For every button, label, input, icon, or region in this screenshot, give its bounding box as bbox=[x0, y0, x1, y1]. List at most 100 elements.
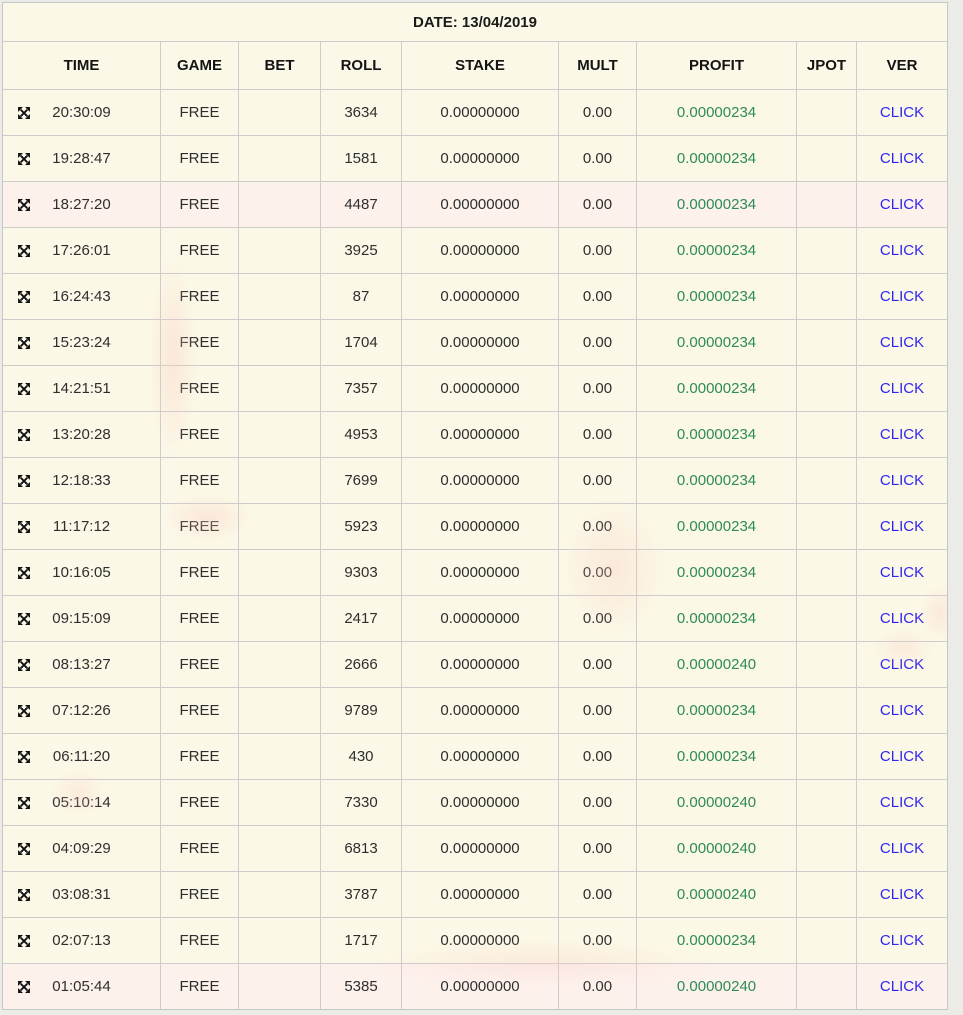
stake-cell: 0.00000000 bbox=[402, 504, 559, 549]
bet-cell bbox=[239, 412, 321, 457]
profit-cell: 0.00000234 bbox=[637, 504, 797, 549]
crossed-arrows-icon[interactable] bbox=[17, 244, 31, 258]
profit-cell: 0.00000240 bbox=[637, 826, 797, 871]
table-row: 10:16:05 FREE 9303 0.00000000 0.00 0.000… bbox=[3, 550, 947, 596]
roll-cell: 2666 bbox=[321, 642, 402, 687]
bet-cell bbox=[239, 90, 321, 135]
time-value: 09:15:09 bbox=[52, 610, 110, 627]
jpot-cell bbox=[797, 90, 857, 135]
roll-cell: 87 bbox=[321, 274, 402, 319]
crossed-arrows-icon[interactable] bbox=[17, 934, 31, 948]
verify-link[interactable]: CLICK bbox=[880, 564, 924, 581]
stake-cell: 0.00000000 bbox=[402, 90, 559, 135]
profit-cell: 0.00000240 bbox=[637, 780, 797, 825]
verify-link[interactable]: CLICK bbox=[880, 702, 924, 719]
verify-link[interactable]: CLICK bbox=[880, 656, 924, 673]
jpot-cell bbox=[797, 826, 857, 871]
time-cell: 18:27:20 bbox=[3, 182, 161, 227]
mult-cell: 0.00 bbox=[559, 964, 637, 1009]
crossed-arrows-icon[interactable] bbox=[17, 428, 31, 442]
crossed-arrows-icon[interactable] bbox=[17, 336, 31, 350]
ver-cell: CLICK bbox=[857, 504, 947, 549]
crossed-arrows-icon[interactable] bbox=[17, 152, 31, 166]
verify-link[interactable]: CLICK bbox=[880, 794, 924, 811]
crossed-arrows-icon[interactable] bbox=[17, 520, 31, 534]
bet-cell bbox=[239, 228, 321, 273]
verify-link[interactable]: CLICK bbox=[880, 242, 924, 259]
roll-cell: 5385 bbox=[321, 964, 402, 1009]
jpot-cell bbox=[797, 596, 857, 641]
bet-cell bbox=[239, 734, 321, 779]
verify-link[interactable]: CLICK bbox=[880, 610, 924, 627]
verify-link[interactable]: CLICK bbox=[880, 472, 924, 489]
crossed-arrows-icon[interactable] bbox=[17, 198, 31, 212]
ver-cell: CLICK bbox=[857, 780, 947, 825]
crossed-arrows-icon[interactable] bbox=[17, 980, 31, 994]
table-header-row: TIME GAME BET ROLL STAKE MULT PROFIT JPO… bbox=[3, 42, 947, 90]
table-row: 03:08:31 FREE 3787 0.00000000 0.00 0.000… bbox=[3, 872, 947, 918]
verify-link[interactable]: CLICK bbox=[880, 288, 924, 305]
time-cell: 09:15:09 bbox=[3, 596, 161, 641]
crossed-arrows-icon[interactable] bbox=[17, 888, 31, 902]
column-header-jpot: JPOT bbox=[797, 42, 857, 89]
roll-cell: 2417 bbox=[321, 596, 402, 641]
table-row: 09:15:09 FREE 2417 0.00000000 0.00 0.000… bbox=[3, 596, 947, 642]
verify-link[interactable]: CLICK bbox=[880, 150, 924, 167]
verify-link[interactable]: CLICK bbox=[880, 426, 924, 443]
stake-cell: 0.00000000 bbox=[402, 458, 559, 503]
verify-link[interactable]: CLICK bbox=[880, 334, 924, 351]
crossed-arrows-icon[interactable] bbox=[17, 106, 31, 120]
time-cell: 08:13:27 bbox=[3, 642, 161, 687]
crossed-arrows-icon[interactable] bbox=[17, 382, 31, 396]
verify-link[interactable]: CLICK bbox=[880, 196, 924, 213]
verify-link[interactable]: CLICK bbox=[880, 886, 924, 903]
ver-cell: CLICK bbox=[857, 458, 947, 503]
roll-cell: 5923 bbox=[321, 504, 402, 549]
profit-cell: 0.00000240 bbox=[637, 872, 797, 917]
jpot-cell bbox=[797, 136, 857, 181]
verify-link[interactable]: CLICK bbox=[880, 978, 924, 995]
column-header-profit: PROFIT bbox=[637, 42, 797, 89]
verify-link[interactable]: CLICK bbox=[880, 932, 924, 949]
time-cell: 16:24:43 bbox=[3, 274, 161, 319]
verify-link[interactable]: CLICK bbox=[880, 840, 924, 857]
roll-cell: 3925 bbox=[321, 228, 402, 273]
jpot-cell bbox=[797, 320, 857, 365]
roll-cell: 3634 bbox=[321, 90, 402, 135]
roll-cell: 4953 bbox=[321, 412, 402, 457]
verify-link[interactable]: CLICK bbox=[880, 104, 924, 121]
roll-cell: 6813 bbox=[321, 826, 402, 871]
ver-cell: CLICK bbox=[857, 918, 947, 963]
verify-link[interactable]: CLICK bbox=[880, 748, 924, 765]
crossed-arrows-icon[interactable] bbox=[17, 290, 31, 304]
profit-cell: 0.00000234 bbox=[637, 596, 797, 641]
time-value: 08:13:27 bbox=[52, 656, 110, 673]
table-row: 16:24:43 FREE 87 0.00000000 0.00 0.00000… bbox=[3, 274, 947, 320]
crossed-arrows-icon[interactable] bbox=[17, 842, 31, 856]
stake-cell: 0.00000000 bbox=[402, 826, 559, 871]
crossed-arrows-icon[interactable] bbox=[17, 796, 31, 810]
time-cell: 13:20:28 bbox=[3, 412, 161, 457]
time-value: 20:30:09 bbox=[52, 104, 110, 121]
crossed-arrows-icon[interactable] bbox=[17, 658, 31, 672]
crossed-arrows-icon[interactable] bbox=[17, 704, 31, 718]
crossed-arrows-icon[interactable] bbox=[17, 612, 31, 626]
crossed-arrows-icon[interactable] bbox=[17, 566, 31, 580]
stake-cell: 0.00000000 bbox=[402, 320, 559, 365]
jpot-cell bbox=[797, 872, 857, 917]
stake-cell: 0.00000000 bbox=[402, 642, 559, 687]
verify-link[interactable]: CLICK bbox=[880, 380, 924, 397]
game-cell: FREE bbox=[161, 964, 239, 1009]
mult-cell: 0.00 bbox=[559, 550, 637, 595]
verify-link[interactable]: CLICK bbox=[880, 518, 924, 535]
column-header-time: TIME bbox=[3, 42, 161, 89]
time-value: 01:05:44 bbox=[52, 978, 110, 995]
mult-cell: 0.00 bbox=[559, 504, 637, 549]
profit-cell: 0.00000234 bbox=[637, 458, 797, 503]
game-cell: FREE bbox=[161, 320, 239, 365]
crossed-arrows-icon[interactable] bbox=[17, 750, 31, 764]
time-cell: 20:30:09 bbox=[3, 90, 161, 135]
crossed-arrows-icon[interactable] bbox=[17, 474, 31, 488]
table-row: 17:26:01 FREE 3925 0.00000000 0.00 0.000… bbox=[3, 228, 947, 274]
profit-cell: 0.00000234 bbox=[637, 90, 797, 135]
